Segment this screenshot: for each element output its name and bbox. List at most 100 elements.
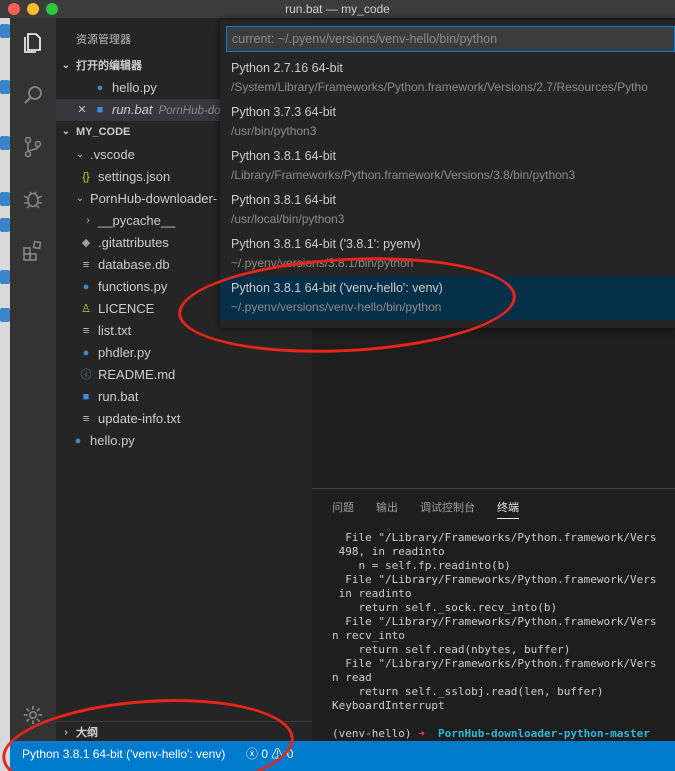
python-icon: ●	[82, 347, 90, 359]
prompt-directory: PornHub-downloader-python-master	[437, 727, 650, 740]
tree-label: functions.py	[98, 279, 168, 294]
terminal-line: File "/Library/Frameworks/Python.framewo…	[332, 657, 657, 670]
interpreter-option[interactable]: Python 3.7.3 64-bit /usr/bin/python3	[220, 100, 675, 144]
interpreter-option[interactable]: Python 2.7.16 64-bit /System/Library/Fra…	[220, 56, 675, 100]
terminal-line: return self._sock.recv_into(b)	[332, 601, 558, 614]
window-title: run.bat — my_code	[285, 2, 390, 16]
git-icon: ◆	[81, 237, 91, 249]
python-icon: ●	[82, 281, 90, 293]
outline-section[interactable]: › 大纲	[56, 721, 312, 743]
tree-file[interactable]: ● phdler.py	[56, 342, 312, 364]
bottom-panel: 问题 输出 调试控制台 终端 File "/Library/Frameworks…	[312, 488, 675, 741]
option-label: Python 3.7.3 64-bit	[231, 105, 336, 119]
option-path: ~/.pyenv/versions/3.8.1/bin/python	[231, 256, 414, 270]
terminal-line: return self.read(nbytes, buffer)	[332, 643, 571, 656]
file-lines-icon: ≡	[82, 259, 90, 271]
tab-terminal[interactable]: 终端	[497, 499, 519, 519]
option-label: Python 3.8.1 64-bit	[231, 149, 336, 163]
option-path: /System/Library/Frameworks/Python.framew…	[231, 80, 648, 94]
license-icon: ♙	[81, 303, 91, 315]
tree-label: README.md	[98, 367, 176, 382]
python-icon: ●	[96, 82, 104, 94]
python-interpreter-status[interactable]: Python 3.8.1 64-bit ('venv-hello': venv)	[22, 741, 225, 767]
tree-label: database.db	[98, 257, 170, 272]
option-label: Python 3.8.1 64-bit ('venv-hello': venv)	[231, 281, 443, 295]
terminal-output[interactable]: File "/Library/Frameworks/Python.framewo…	[332, 531, 675, 713]
tree-label: LICENCE	[98, 301, 155, 316]
interpreter-quick-pick: current: ~/.pyenv/versions/venv-hello/bi…	[220, 20, 675, 328]
interpreter-option[interactable]: Python 3.8.1 64-bit /Library/Frameworks/…	[220, 144, 675, 188]
chevron-down-icon: ⌄	[75, 193, 85, 204]
prompt-arrow: ➜	[418, 727, 425, 740]
desktop-background	[0, 18, 10, 771]
json-icon: {}	[82, 171, 90, 183]
tree-label: run.bat	[98, 389, 139, 404]
terminal-line: n = self.fp.readinto(b)	[332, 559, 511, 572]
close-icon[interactable]: ✕	[74, 99, 90, 121]
tree-label: list.txt	[98, 323, 132, 338]
interpreter-option[interactable]: Python 3.8.1 64-bit /usr/local/bin/pytho…	[220, 188, 675, 232]
tree-label: .gitattributes	[98, 235, 169, 250]
terminal-line: 498, in readinto	[332, 545, 445, 558]
desktop-icon	[0, 192, 10, 206]
explorer-icon[interactable]	[20, 30, 46, 56]
file-lines-icon: ≡	[82, 413, 90, 425]
tree-label: hello.py	[90, 433, 135, 448]
terminal-line: return self._sslobj.read(len, buffer)	[332, 685, 604, 698]
tree-file[interactable]: ■ run.bat	[56, 386, 312, 408]
tree-label: .vscode	[90, 147, 135, 162]
tab-debug-console[interactable]: 调试控制台	[420, 499, 475, 519]
source-control-icon[interactable]	[20, 134, 46, 160]
terminal-line: File "/Library/Frameworks/Python.framewo…	[332, 615, 657, 628]
option-path: /usr/local/bin/python3	[231, 212, 345, 226]
tab-problems[interactable]: 问题	[332, 499, 354, 519]
open-editor-label: hello.py	[112, 80, 157, 95]
search-icon[interactable]	[20, 82, 46, 108]
section-label: MY_CODE	[76, 126, 131, 138]
chevron-down-icon: ⌄	[75, 149, 85, 160]
option-path: /usr/bin/python3	[231, 124, 317, 138]
tree-file[interactable]: ● hello.py	[56, 430, 312, 452]
tree-label: PornHub-downloader-	[90, 191, 218, 206]
desktop-icon	[0, 308, 10, 322]
python-icon: ●	[74, 435, 82, 447]
section-label: 打开的编辑器	[76, 60, 142, 72]
status-bar: Python 3.8.1 64-bit ('venv-hello': venv)…	[10, 741, 675, 771]
tree-file[interactable]: ≡ update-info.txt	[56, 408, 312, 430]
error-count: 0	[261, 747, 269, 761]
interpreter-option-selected[interactable]: Python 3.8.1 64-bit ('venv-hello': venv)…	[220, 276, 675, 320]
terminal-line: n recv_into	[332, 629, 405, 642]
desktop-icon	[0, 270, 10, 284]
gear-icon[interactable]	[20, 702, 46, 728]
tree-label: settings.json	[98, 169, 171, 184]
terminal-line: File "/Library/Frameworks/Python.framewo…	[332, 573, 657, 586]
prompt-env: (venv-hello)	[332, 727, 412, 740]
problems-status[interactable]: ⓧ 0 ⚠ 0	[246, 741, 293, 767]
tree-label: update-info.txt	[98, 411, 181, 426]
file-lines-icon: ≡	[82, 325, 90, 337]
interpreter-option[interactable]: Python 3.8.1 64-bit ('3.8.1': pyenv) ~/.…	[220, 232, 675, 276]
tab-output[interactable]: 输出	[376, 499, 398, 519]
option-label: Python 3.8.1 64-bit ('3.8.1': pyenv)	[231, 237, 421, 251]
title-bar: run.bat — my_code	[0, 0, 675, 18]
sidebar-title: 资源管理器	[76, 34, 131, 46]
windows-icon: ■	[96, 104, 104, 116]
open-editor-label: run.bat PornHub-do	[112, 102, 221, 117]
debug-icon[interactable]	[20, 186, 46, 212]
desktop-icon	[0, 24, 10, 38]
windows-icon: ■	[82, 391, 90, 403]
panel-tabs: 问题 输出 调试控制台 终端	[332, 499, 519, 519]
warning-count: 0	[286, 747, 294, 761]
tree-file[interactable]: ⓘ README.md	[56, 364, 312, 386]
info-icon: ⓘ	[80, 369, 92, 381]
option-label: Python 3.8.1 64-bit	[231, 193, 336, 207]
extensions-icon[interactable]	[20, 238, 46, 264]
quick-pick-list: Python 2.7.16 64-bit /System/Library/Fra…	[220, 56, 675, 320]
activity-bar	[10, 18, 56, 741]
tree-label: phdler.py	[98, 345, 151, 360]
option-path: ~/.pyenv/versions/venv-hello/bin/python	[231, 300, 442, 314]
chevron-down-icon: ⌄	[61, 126, 71, 137]
terminal-prompt[interactable]: (venv-hello) ➜ PornHub-downloader-python…	[332, 727, 650, 740]
tree-label: __pycache__	[98, 213, 176, 228]
quick-pick-input[interactable]: current: ~/.pyenv/versions/venv-hello/bi…	[226, 26, 675, 52]
